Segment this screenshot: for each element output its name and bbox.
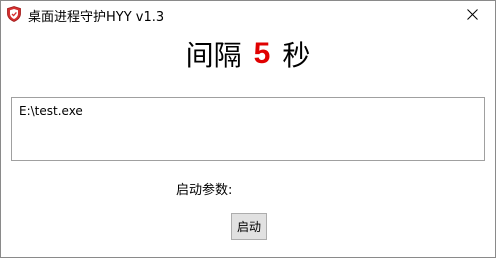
interval-unit: 秒 [282,39,311,72]
process-path-field[interactable]: E:\test.exe [11,97,485,161]
title-bar[interactable]: 桌面进程守护HYY v1.3 [1,1,495,31]
start-button[interactable]: 启动 [231,213,267,240]
launch-params-label: 启动参数: [176,183,233,198]
close-icon [466,7,478,25]
close-button[interactable] [449,1,495,31]
interval-display: 间隔 5 秒 [1,31,495,77]
window-title: 桌面进程守护HYY v1.3 [28,10,165,25]
app-window: 桌面进程守护HYY v1.3 间隔 5 秒 E:\test.exe 启动参数: … [0,0,496,258]
shield-icon [7,6,21,22]
process-path-text: E:\test.exe [19,104,83,118]
interval-value: 5 [253,37,271,70]
interval-prefix: 间隔 [185,39,242,72]
